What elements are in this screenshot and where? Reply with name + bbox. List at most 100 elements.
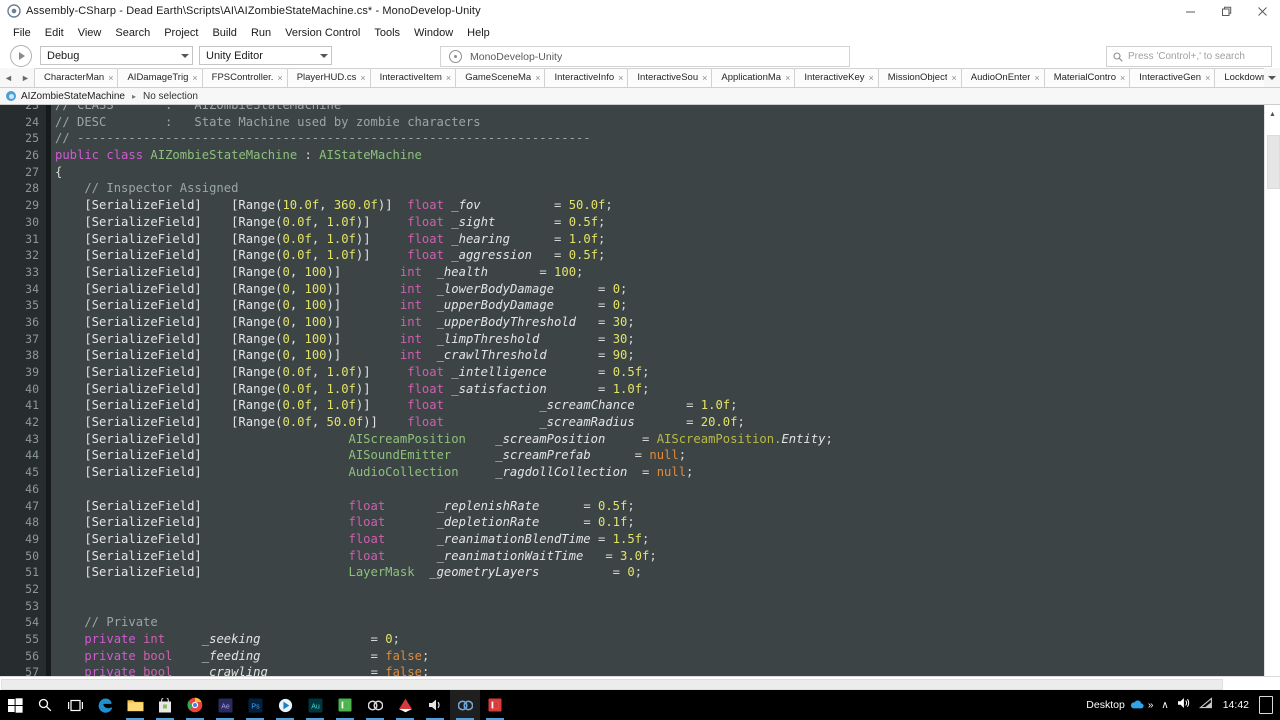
tab-scroll-next[interactable]: ► [17, 68, 34, 87]
run-button[interactable] [10, 44, 32, 67]
vertical-scroll-thumb[interactable] [1267, 135, 1280, 189]
tab-close-icon[interactable]: × [1205, 73, 1210, 83]
tab-close-icon[interactable]: × [1120, 73, 1125, 83]
document-tab[interactable]: GameSceneMa × [455, 68, 546, 87]
line-number: 42 [25, 415, 39, 430]
tray-chevron-up-icon[interactable]: ∧ [1161, 700, 1168, 711]
tab-close-icon[interactable]: × [360, 73, 365, 83]
premiere-icon[interactable] [270, 690, 300, 720]
show-desktop-icon[interactable] [1259, 696, 1273, 714]
breadcrumb-member[interactable]: No selection [143, 91, 198, 102]
document-tab[interactable]: MissionObject × [877, 68, 962, 87]
tray-desktop-label[interactable]: Desktop [1086, 699, 1125, 711]
tab-close-icon[interactable]: × [951, 73, 956, 83]
unity-icon[interactable] [390, 690, 420, 720]
audition-icon[interactable]: Au [300, 690, 330, 720]
monodevelop-icon[interactable] [360, 690, 390, 720]
menu-edit[interactable]: Edit [38, 24, 71, 42]
taskbar-search-icon[interactable] [30, 690, 60, 720]
code-token: 20.0f [700, 415, 738, 430]
code-token: [SerializeField] [Range( [55, 398, 283, 413]
tab-close-icon[interactable]: × [1034, 73, 1039, 83]
search-input[interactable]: Press 'Control+,' to search [1106, 46, 1272, 67]
document-tab[interactable]: LockdownTrig× [1214, 68, 1264, 87]
menu-run[interactable]: Run [244, 24, 278, 42]
after-effects-icon[interactable]: Ae [210, 690, 240, 720]
store-icon[interactable] [150, 690, 180, 720]
menu-version-control[interactable]: Version Control [278, 24, 367, 42]
onedrive-icon[interactable] [1130, 696, 1144, 714]
class-icon [6, 91, 16, 101]
restore-button[interactable] [1208, 0, 1244, 22]
code-token: [SerializeField] [Range( [55, 248, 283, 263]
tray-overflow-icon[interactable]: » [1148, 700, 1154, 711]
document-tab[interactable]: CharacterMan × [34, 68, 119, 87]
document-tab[interactable]: FPSController. × [201, 68, 288, 87]
horizontal-scrollbar[interactable]: ◀ [0, 676, 1280, 690]
tab-overflow-button[interactable] [1264, 68, 1280, 87]
document-tab-label: GameSceneMa [465, 72, 532, 83]
file-explorer-icon[interactable] [120, 690, 150, 720]
configuration-dropdown[interactable]: Debug [40, 46, 193, 65]
document-tab[interactable]: MaterialContro × [1043, 68, 1131, 87]
code-text-area[interactable]: // CLASS : AIZombieStateMachine // DESC :… [51, 105, 1280, 676]
menu-tools[interactable]: Tools [367, 24, 407, 42]
edge-icon[interactable] [90, 690, 120, 720]
horizontal-scroll-thumb[interactable] [1, 679, 1223, 690]
tab-close-icon[interactable]: × [192, 73, 197, 83]
tab-close-icon[interactable]: × [618, 73, 623, 83]
code-token: 1.0f [326, 248, 356, 263]
document-tab[interactable]: InteractiveKey × [794, 68, 879, 87]
status-panel[interactable]: MonoDevelop-Unity [440, 46, 850, 67]
menu-build[interactable]: Build [205, 24, 243, 42]
document-tab[interactable]: ApplicationMa × [711, 68, 796, 87]
start-button[interactable] [0, 690, 30, 720]
tab-close-icon[interactable]: × [446, 73, 451, 83]
minimize-button[interactable] [1172, 0, 1208, 22]
code-token: ; [730, 398, 738, 413]
document-tab[interactable]: InteractiveInfo × [544, 68, 629, 87]
menu-project[interactable]: Project [157, 24, 205, 42]
document-tab[interactable]: AudioOnEnter × [960, 68, 1045, 87]
app-green-icon[interactable] [330, 690, 360, 720]
tab-close-icon[interactable]: × [702, 73, 707, 83]
document-tab[interactable]: AIDamageTrig × [117, 68, 203, 87]
menu-search[interactable]: Search [108, 24, 157, 42]
photoshop-icon[interactable]: Ps [240, 690, 270, 720]
network-icon[interactable] [1198, 696, 1213, 714]
monodevelop-active-icon[interactable] [450, 690, 480, 720]
tab-close-icon[interactable]: × [535, 73, 540, 83]
code-token: AudioCollection [348, 465, 459, 480]
volume-icon[interactable] [1177, 696, 1191, 714]
document-tab[interactable]: InteractiveSou × [627, 68, 713, 87]
code-token: _screamChance [539, 398, 635, 413]
chrome-icon[interactable] [180, 690, 210, 720]
tab-close-icon[interactable]: × [108, 73, 113, 83]
document-tab[interactable]: InteractiveGen × [1129, 68, 1216, 87]
app-red-icon[interactable] [480, 690, 510, 720]
audio-icon[interactable] [420, 690, 450, 720]
tab-close-icon[interactable]: × [869, 73, 874, 83]
tab-close-icon[interactable]: × [277, 73, 282, 83]
menu-view[interactable]: View [71, 24, 109, 42]
menu-help[interactable]: Help [460, 24, 497, 42]
document-tab[interactable]: PlayerHUD.cs × [286, 68, 371, 87]
tab-scroll-prev[interactable]: ◄ [0, 68, 17, 87]
task-view-icon[interactable] [60, 690, 90, 720]
close-button[interactable] [1244, 0, 1280, 22]
menu-window[interactable]: Window [407, 24, 460, 42]
line-number: 24 [25, 114, 39, 129]
menu-file[interactable]: File [6, 24, 38, 42]
scrollbar-marker-icon: ▲ [1269, 111, 1276, 118]
code-token: [SerializeField] [55, 431, 349, 446]
vertical-scrollbar[interactable]: ▲ [1264, 105, 1280, 676]
tray-clock[interactable]: 14:42 [1223, 699, 1249, 711]
document-tab[interactable]: InteractiveItem × [369, 68, 457, 87]
breadcrumb-scope[interactable]: AIZombieStateMachine [21, 91, 125, 102]
window-title: Assembly-CSharp - Dead Earth\Scripts\AI\… [26, 5, 481, 17]
target-dropdown[interactable]: Unity Editor [199, 46, 332, 65]
code-token: _upperBodyThreshold [436, 314, 577, 329]
tab-close-icon[interactable]: × [785, 73, 790, 83]
